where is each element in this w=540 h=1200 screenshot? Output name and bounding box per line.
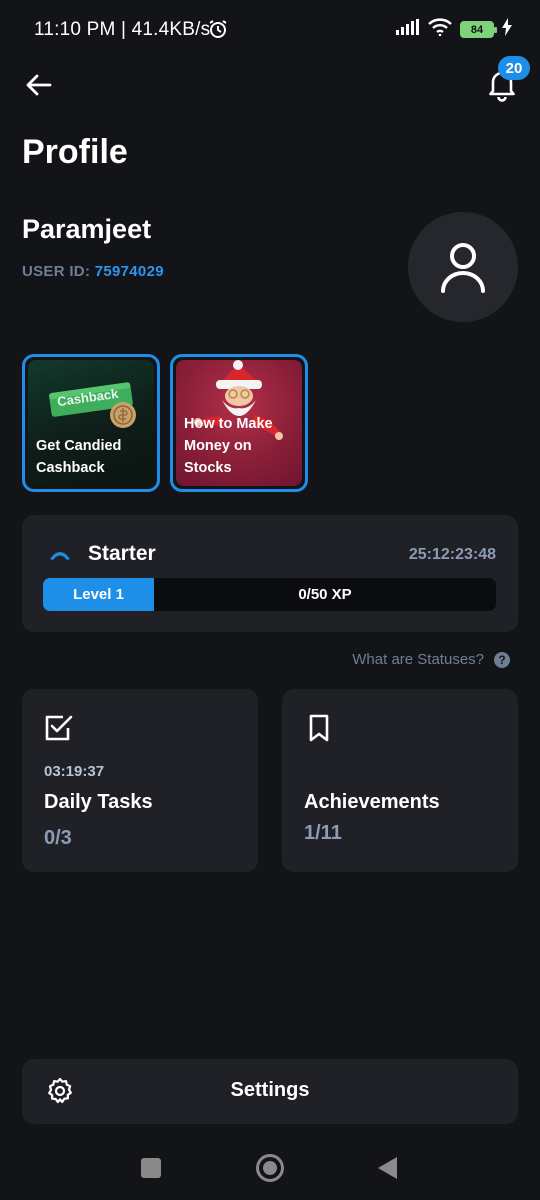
user-id-value[interactable]: 75974029 <box>95 263 164 280</box>
tile-count: 1/11 <box>304 822 342 844</box>
xp-text: 0/50 XP <box>298 586 352 603</box>
avatar[interactable] <box>408 212 518 322</box>
what-are-statuses-link[interactable]: What are Statuses? ? <box>352 651 510 668</box>
battery-indicator: 84 <box>460 21 497 38</box>
story-label: Get Candied Cashback <box>36 438 122 476</box>
level-name: Starter <box>88 542 156 565</box>
arrow-left-icon <box>26 74 52 96</box>
tile-title: Achievements <box>304 791 440 813</box>
settings-label: Settings <box>230 1079 310 1101</box>
user-id-label: USER ID: <box>22 263 91 280</box>
system-back-button[interactable] <box>378 1157 397 1179</box>
signal-icon <box>396 19 420 40</box>
settings-button[interactable]: Settings <box>22 1059 518 1124</box>
story-money-on-stocks[interactable]: How to Make Money on Stocks <box>170 354 308 492</box>
user-id: USER ID: 75974029 <box>22 263 164 280</box>
question-icon: ? <box>494 651 510 668</box>
story-thumbnail: How to Make Money on Stocks <box>176 360 302 486</box>
level-card[interactable]: Starter 25:12:23:48 Level 1 0/50 XP <box>22 515 518 632</box>
story-label: How to Make Money on Stocks <box>184 416 273 476</box>
home-button[interactable] <box>256 1154 284 1182</box>
notification-badge: 20 <box>498 56 530 80</box>
tile-count: 0/3 <box>44 827 72 849</box>
xp-progress-bar: Level 1 0/50 XP <box>43 578 496 611</box>
wifi-icon <box>428 18 452 41</box>
story-candied-cashback[interactable]: Cashback Get Candied Cashback <box>22 354 160 492</box>
statuses-link-text: What are Statuses? <box>352 651 484 668</box>
page-title: Profile <box>22 133 128 171</box>
alarm-icon <box>208 19 228 44</box>
achievements-tile[interactable]: Achievements 1/11 <box>282 689 518 872</box>
system-nav-bar <box>0 1140 540 1200</box>
daily-tasks-tile[interactable]: 03:19:37 Daily Tasks 0/3 <box>22 689 258 872</box>
recent-apps-button[interactable] <box>141 1158 161 1178</box>
back-button[interactable] <box>22 68 56 102</box>
level-timer: 25:12:23:48 <box>408 546 496 563</box>
chevron-up-icon <box>48 546 72 567</box>
tile-title: Daily Tasks <box>44 791 153 813</box>
story-thumbnail: Cashback Get Candied Cashback <box>28 360 154 486</box>
status-time: 11:10 PM | 41.4KB/s <box>34 19 211 40</box>
status-indicators: 84 <box>396 18 512 41</box>
tasks-timer: 03:19:37 <box>44 763 105 780</box>
status-bar: 11:10 PM | 41.4KB/s 84 <box>0 0 540 60</box>
user-name: Paramjeet <box>22 214 152 244</box>
charging-icon <box>502 18 512 41</box>
user-icon <box>441 243 485 293</box>
bookmark-icon <box>304 713 334 748</box>
checkbox-icon <box>44 713 74 748</box>
xp-level-label: Level 1 <box>43 578 154 611</box>
